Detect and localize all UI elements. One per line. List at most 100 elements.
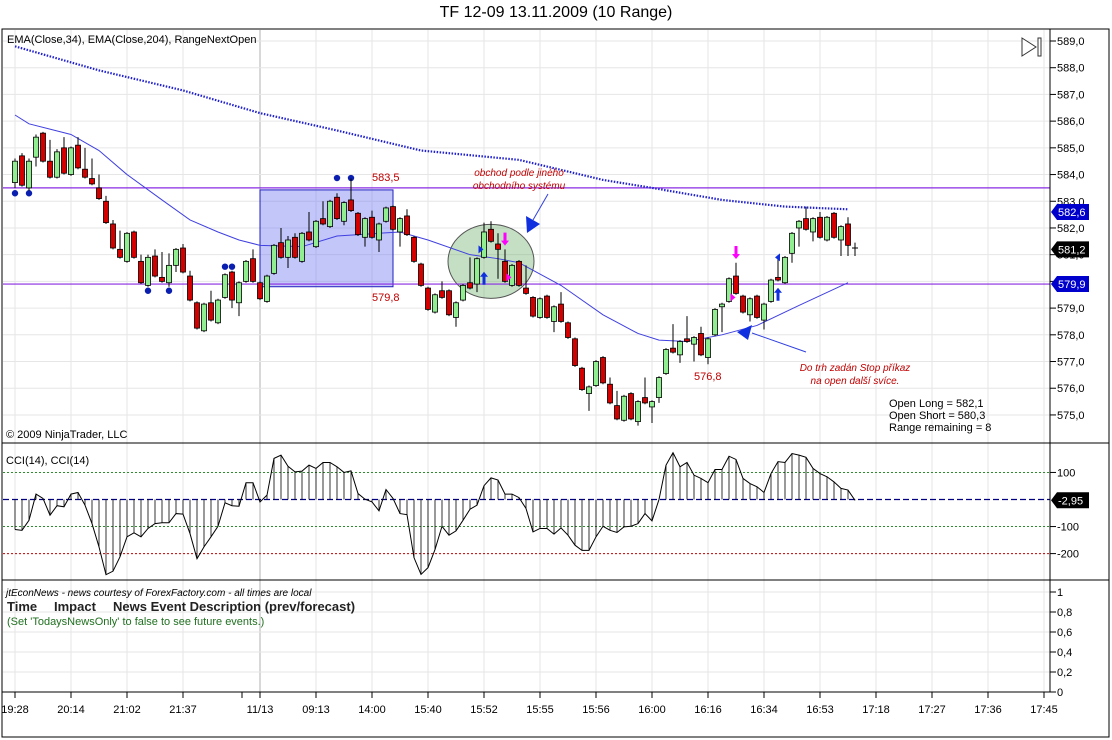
news-header-time: Time	[7, 599, 37, 614]
candle-body	[642, 397, 648, 404]
candle	[691, 336, 697, 362]
candle-body	[516, 260, 522, 286]
annotation-text: na open další svíce.	[811, 376, 900, 387]
candle	[656, 376, 662, 403]
x-tick-label: 17:36	[974, 704, 1002, 716]
candle	[516, 260, 522, 287]
candle-body	[628, 393, 634, 420]
chart-canvas[interactable]: 19:28 20:14 21:02 21:37 11/13 09:13 14:00 15:40…	[0, 0, 1112, 740]
candle	[824, 215, 830, 242]
level-label-top: 583,5	[372, 172, 400, 184]
candle	[649, 400, 655, 423]
x-tick-label: 16:00	[638, 704, 666, 716]
candle-body	[775, 276, 781, 281]
long-arrow-icon	[774, 287, 782, 301]
candle-body	[467, 282, 473, 289]
signal-dot	[165, 287, 173, 294]
candle	[579, 366, 585, 391]
price-tag: 579,9	[1051, 276, 1089, 293]
candle-body	[586, 386, 592, 394]
candle	[327, 199, 333, 228]
candle-body	[838, 226, 844, 241]
news-tick-label: 0,2	[1057, 667, 1072, 679]
candle-body	[250, 258, 256, 282]
candle	[558, 292, 564, 323]
candle-body	[313, 220, 319, 248]
candle-body	[187, 275, 193, 301]
price-legend: EMA(Close,34), EMA(Close,204), RangeNext…	[7, 34, 256, 46]
candle-body	[649, 401, 655, 408]
candle	[404, 209, 410, 236]
news-tick-label: 0,6	[1057, 627, 1072, 639]
candle	[313, 219, 319, 249]
candle-body	[600, 357, 606, 384]
candle-body	[243, 260, 249, 282]
price-tag-label: 582,6	[1058, 207, 1086, 219]
candle	[334, 193, 340, 220]
copyright: © 2009 NinjaTrader, LLC	[6, 429, 127, 441]
x-tick-label: 17:45	[1030, 704, 1058, 716]
candle	[257, 281, 263, 301]
candle	[61, 137, 67, 175]
candle-body	[229, 271, 235, 301]
candle-body	[222, 274, 228, 298]
candles	[12, 131, 858, 426]
candle	[768, 278, 774, 303]
candle-body	[614, 405, 620, 420]
candle	[166, 253, 172, 287]
candle-body	[418, 263, 424, 286]
news-note: (Set 'TodaysNewsOnly' to false to see fu…	[7, 616, 264, 628]
y-tick-label: 585,0	[1057, 143, 1085, 155]
candle	[68, 146, 74, 176]
info-open-long: Open Long = 582,1	[889, 398, 984, 410]
candle	[530, 296, 536, 318]
candle-body	[845, 223, 851, 246]
signal-dot	[25, 190, 33, 197]
candle	[418, 262, 424, 287]
candle	[446, 289, 452, 317]
candle	[621, 394, 627, 422]
candle-body	[131, 231, 137, 258]
candle-body	[537, 298, 543, 318]
x-tick-label: 16:16	[694, 704, 722, 716]
price-tag: 581,2	[1051, 241, 1089, 258]
candle	[19, 153, 25, 187]
candle	[789, 231, 795, 263]
signal-dot	[144, 287, 152, 294]
candle-body	[208, 302, 214, 321]
y-tick-label: 579,0	[1057, 303, 1085, 315]
y-tick-label: 575,0	[1057, 410, 1085, 422]
candle	[299, 231, 305, 263]
candle	[551, 305, 557, 333]
candle-body	[796, 220, 802, 229]
candle-body	[194, 302, 200, 329]
annotation-text: obchodního systému	[473, 181, 566, 192]
candle-body	[831, 212, 837, 238]
candle	[712, 308, 718, 337]
candle-body	[173, 248, 179, 266]
candle	[47, 139, 53, 179]
x-tick-label: 15:55	[526, 704, 554, 716]
candle-body	[327, 200, 333, 228]
level-label-bottom: 579,8	[372, 292, 400, 304]
candle	[82, 147, 88, 179]
candle-body	[383, 207, 389, 222]
candle-body	[663, 349, 669, 374]
candle-body	[705, 338, 711, 358]
candle-body	[544, 295, 550, 318]
candle	[432, 293, 438, 314]
candle	[383, 206, 389, 223]
news-tick-label: 1	[1057, 587, 1063, 599]
candle-body	[740, 295, 746, 313]
cci-tick-label: -200	[1057, 549, 1079, 561]
candle-body	[152, 255, 158, 277]
candle-body	[299, 232, 305, 262]
annotation-text: obchod podle jiného	[474, 168, 564, 179]
candle-body	[565, 322, 571, 338]
candle-body	[684, 338, 690, 342]
candle	[600, 356, 606, 385]
candle	[509, 264, 515, 287]
candle-body	[698, 333, 704, 356]
chart-frame	[1, 28, 1110, 738]
price-tag: 582,6	[1051, 203, 1089, 220]
